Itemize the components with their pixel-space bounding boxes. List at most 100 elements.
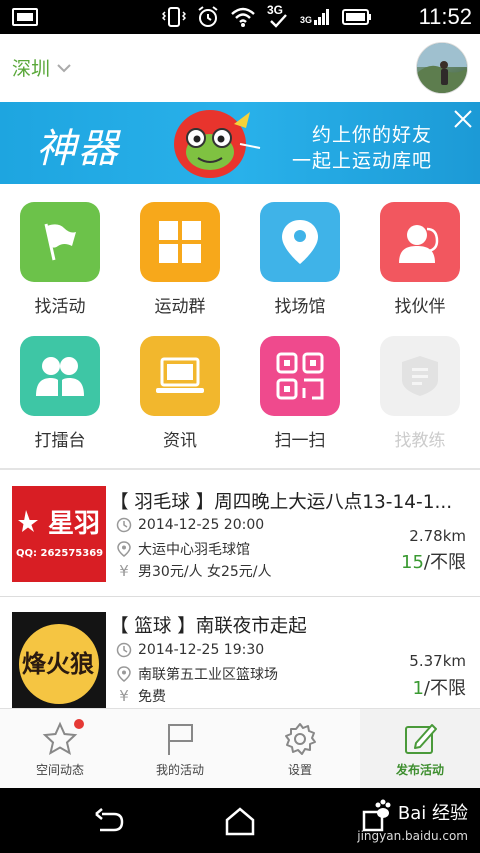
- gear-icon: [285, 723, 316, 755]
- thumb-qq-text: QQ: 262575369: [16, 548, 103, 559]
- grid-item-news[interactable]: 资讯: [120, 318, 240, 451]
- person-headset-icon: [380, 202, 460, 282]
- flag-outline-icon: [168, 724, 193, 755]
- screenshot-notification-icon: [12, 8, 38, 26]
- limit-text: /不限: [423, 552, 466, 573]
- clock-icon: [116, 517, 132, 533]
- battery-icon: [342, 8, 372, 26]
- tab-settings[interactable]: 设置: [240, 709, 360, 789]
- tab-publish-activity[interactable]: 发布活动: [360, 709, 480, 789]
- datetime-text: 2014-12-25 19:30: [138, 642, 265, 658]
- svg-text:3G: 3G: [300, 15, 312, 25]
- grid-item-sport-groups[interactable]: 运动群: [120, 184, 240, 317]
- venue-text: 大运中心羽毛球馆: [138, 542, 250, 558]
- notification-dot: [74, 719, 84, 729]
- location-icon: [116, 541, 132, 557]
- activity-price: ¥ 免费: [116, 686, 166, 706]
- avatar[interactable]: [416, 42, 468, 94]
- price-text: 免费: [138, 689, 166, 705]
- status-bar: 3G 3G 11:52: [0, 0, 480, 34]
- chevron-down-icon: [56, 57, 72, 79]
- tab-my-activities[interactable]: 我的活动: [120, 709, 240, 789]
- tab-space-feed[interactable]: 空间动态: [0, 709, 120, 789]
- yen-icon: ¥: [119, 687, 129, 705]
- activity-price: ¥ 男30元/人 女25元/人: [116, 561, 272, 581]
- city-label: 深圳: [12, 58, 51, 80]
- thumb-logo-text: 星羽: [48, 509, 100, 539]
- flag-icon: [20, 202, 100, 282]
- activity-datetime: 2014-12-25 20:00: [116, 517, 264, 533]
- promo-banner[interactable]: 神器 约上你的好友 一起上运动库吧: [0, 102, 480, 184]
- watermark-brand: Bai 经验: [397, 802, 468, 824]
- participant-count: 1/不限: [412, 674, 466, 700]
- people-icon: [20, 336, 100, 416]
- list-item[interactable]: 星羽 QQ: 262575369 【 羽毛球 】周四晚上大运八点13-14-1.…: [0, 470, 480, 596]
- activity-title: 【 羽毛球 】周四晚上大运八点13-14-1...: [110, 492, 453, 513]
- badge-icon: [380, 336, 460, 416]
- mascot-illustration: [174, 110, 261, 178]
- divider: [0, 596, 480, 597]
- grid-item-find-coach: 找教练: [360, 318, 480, 451]
- bottom-tab-bar: 空间动态 我的活动 设置 发布活动: [0, 708, 480, 789]
- tab-label: 设置: [287, 763, 312, 777]
- participant-count: 15/不限: [401, 548, 466, 574]
- grid-label: 找活动: [34, 297, 86, 317]
- activity-thumbnail: 烽火狼: [12, 612, 106, 708]
- venue-text: 南联第五工业区篮球场: [138, 667, 278, 683]
- activity-title: 【 篮球 】南联夜市走起: [110, 616, 307, 637]
- back-icon[interactable]: [92, 806, 126, 836]
- system-nav-bar: Bai 经验 jingyan.baidu.com: [0, 788, 480, 853]
- distance: 2.78km: [409, 527, 466, 545]
- grid-label: 找伙伴: [394, 297, 446, 317]
- home-icon[interactable]: [223, 806, 257, 836]
- grid-label: 运动群: [154, 297, 206, 317]
- location-pin-icon: [260, 202, 340, 282]
- activity-venue: 南联第五工业区篮球场: [116, 664, 278, 684]
- activity-datetime: 2014-12-25 19:30: [116, 642, 264, 658]
- banner-line-2: 一起上运动库吧: [291, 150, 432, 172]
- banner-brand: 神器: [36, 126, 120, 172]
- feature-grid: 找活动 运动群 找场馆 找伙伴 打擂台 资讯 扫一扫 找教练: [0, 184, 480, 468]
- alarm-icon: [196, 5, 220, 29]
- watermark-url: jingyan.baidu.com: [357, 829, 468, 843]
- clock-icon: [116, 642, 132, 658]
- grid-label: 扫一扫: [274, 431, 326, 451]
- joined-count: 15: [401, 552, 424, 573]
- signal-icon: 3G: [300, 7, 332, 27]
- yen-icon: ¥: [119, 562, 129, 580]
- grid-item-find-partner[interactable]: 找伙伴: [360, 184, 480, 317]
- activity-venue: 大运中心羽毛球馆: [116, 539, 250, 559]
- list-item[interactable]: 烽火狼 【 篮球 】南联夜市走起 2014-12-25 19:30 南联第五工业…: [0, 598, 480, 724]
- grid-icon: [140, 202, 220, 282]
- paw-icon: [372, 798, 394, 825]
- wifi-icon: [230, 6, 256, 28]
- laptop-icon: [140, 336, 220, 416]
- grid-item-find-activity[interactable]: 找活动: [0, 184, 120, 317]
- banner-line-1: 约上你的好友: [311, 124, 432, 146]
- vibrate-icon: [162, 6, 186, 28]
- tab-label: 我的活动: [155, 763, 204, 777]
- grid-label: 找场馆: [274, 297, 326, 317]
- limit-text: /不限: [423, 678, 466, 699]
- network-3g-icon: 3G: [266, 3, 290, 29]
- grid-item-find-venue[interactable]: 找场馆: [240, 184, 360, 317]
- star-icon: [42, 721, 78, 756]
- edit-icon: [405, 724, 437, 754]
- price-text: 男30元/人 女25元/人: [138, 564, 272, 580]
- grid-item-scan[interactable]: 扫一扫: [240, 318, 360, 451]
- grid-item-arena[interactable]: 打擂台: [0, 318, 120, 451]
- grid-label: 找教练: [394, 431, 446, 451]
- watermark: Bai 经验 jingyan.baidu.com: [357, 798, 468, 843]
- activity-thumbnail: 星羽 QQ: 262575369: [12, 486, 106, 582]
- app-header: 深圳: [0, 34, 480, 102]
- joined-count: 1: [412, 678, 424, 699]
- grid-label: 资讯: [163, 431, 197, 451]
- clock: 11:52: [418, 4, 472, 29]
- location-icon: [116, 666, 132, 682]
- close-icon[interactable]: [452, 108, 474, 130]
- city-selector[interactable]: 深圳: [12, 54, 72, 81]
- thumb-logo-text: 烽火狼: [22, 649, 94, 678]
- tab-label: 发布活动: [395, 763, 444, 777]
- tab-label: 空间动态: [35, 763, 84, 777]
- qr-code-icon: [260, 336, 340, 416]
